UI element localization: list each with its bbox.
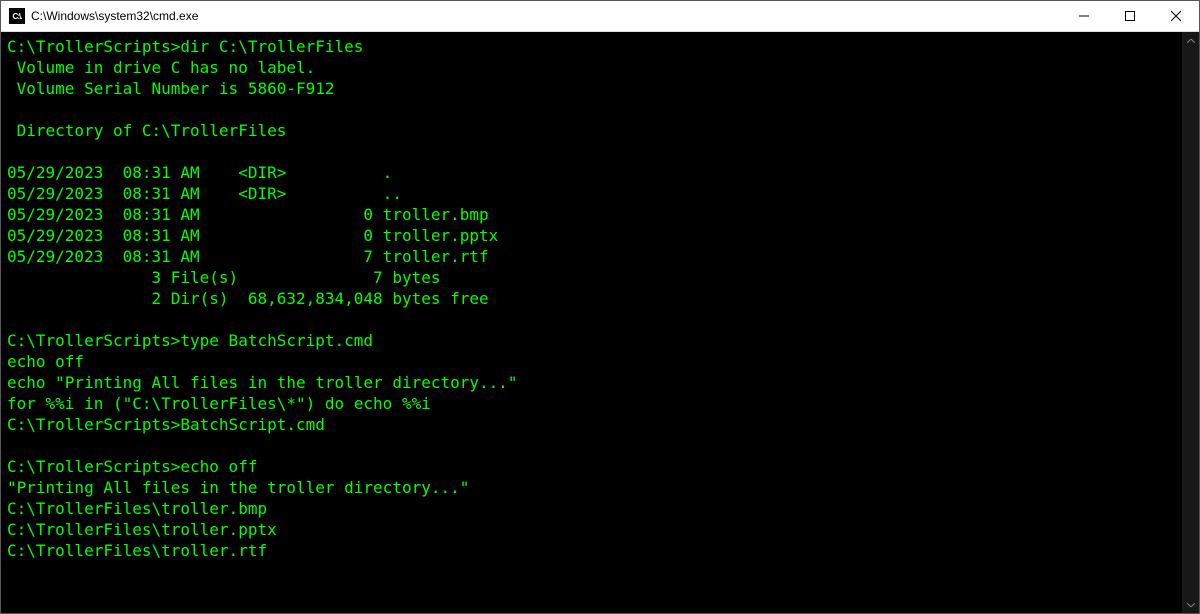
cmd-icon: C:\. bbox=[9, 8, 25, 24]
scroll-up-arrow-icon[interactable] bbox=[1182, 32, 1199, 49]
window-controls bbox=[1061, 1, 1199, 31]
close-button[interactable] bbox=[1153, 1, 1199, 31]
window-title: C:\Windows\system32\cmd.exe bbox=[31, 9, 1061, 23]
minimize-button[interactable] bbox=[1061, 1, 1107, 31]
vertical-scrollbar[interactable] bbox=[1182, 32, 1199, 613]
scroll-down-arrow-icon[interactable] bbox=[1182, 596, 1199, 613]
titlebar[interactable]: C:\. C:\Windows\system32\cmd.exe bbox=[1, 1, 1199, 32]
terminal-area: C:\TrollerScripts>dir C:\TrollerFiles Vo… bbox=[1, 32, 1199, 613]
cmd-window: C:\. C:\Windows\system32\cmd.exe C:\Trol… bbox=[0, 0, 1200, 614]
maximize-button[interactable] bbox=[1107, 1, 1153, 31]
terminal-output[interactable]: C:\TrollerScripts>dir C:\TrollerFiles Vo… bbox=[1, 32, 1182, 613]
